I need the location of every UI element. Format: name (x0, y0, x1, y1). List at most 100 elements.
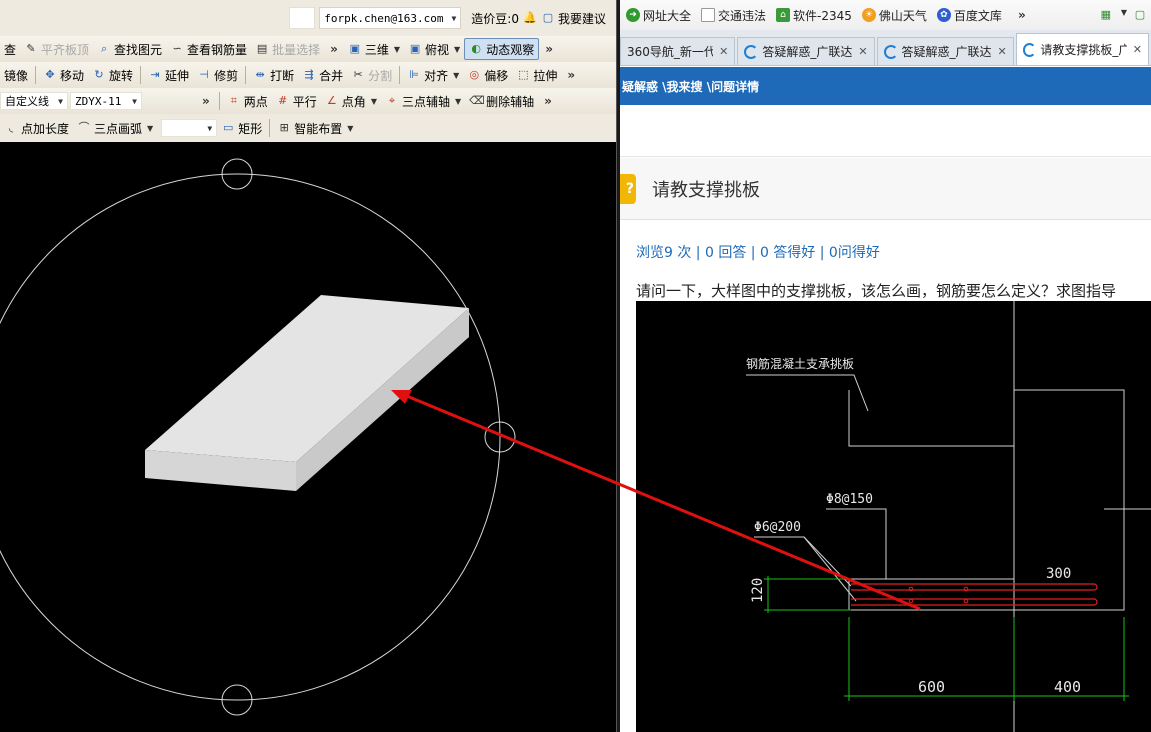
cad-3d-viewport[interactable] (0, 142, 616, 732)
close-icon[interactable]: ✕ (858, 45, 867, 58)
chevron-down-icon: ▼ (454, 96, 462, 106)
three-point-aux-label: 三点辅轴 (401, 94, 450, 109)
bookmark-item[interactable]: 交通违法 (701, 7, 766, 24)
mirror-button[interactable]: 镜像 (0, 64, 32, 86)
apps-grid-icon[interactable]: ▦ (1099, 8, 1113, 22)
flat-top-button[interactable]: ✎ 平齐板顶 (20, 38, 93, 60)
main-toolbar-row-1: 查 ✎ 平齐板顶 ⌕ 查找图元 ∽ 查看钢筋量 ▤ 批量选择 » ▣ 三维 ▼ ▣ 俯视 ▼ ◐… (0, 36, 616, 62)
bookmarks-overflow-icon[interactable]: » (1018, 8, 1026, 22)
close-icon[interactable]: ✕ (998, 45, 1007, 58)
dim-b: 400 (1054, 678, 1081, 696)
arc-option-select[interactable]: ▼ (161, 119, 218, 137)
account-bar: forpk.chen@163.com ▼ 造价豆:0 🔔 ▢ 我要建议 (0, 0, 616, 36)
point-length-button[interactable]: ◟ 点加长度 (0, 117, 73, 139)
line-type-select[interactable]: 自定义线 ▼ (0, 92, 68, 110)
question-stats[interactable]: 浏览9 次 | 0 回答 | 0 答得好 | 0问得好 (636, 242, 880, 262)
rectangle-icon: ▭ (222, 121, 234, 134)
merge-button[interactable]: ⇶ 合并 (298, 64, 347, 86)
chevron-down-icon: ▼ (393, 44, 401, 54)
tab-label: 答疑解惑_广联达 (762, 45, 853, 59)
trim-button[interactable]: ⊣ 修剪 (193, 64, 242, 86)
bookmark-label: 百度文库 (953, 8, 1002, 23)
tab-answers-1[interactable]: 答疑解惑_广联达 ✕ (737, 37, 875, 65)
chevron-down-icon[interactable]: ▼ (1121, 8, 1127, 22)
delete-aux-button[interactable]: ⌫ 删除辅轴 (465, 90, 538, 112)
bookmark-item[interactable]: ✿ 百度文库 (936, 7, 1002, 24)
break-button[interactable]: ⇹ 打断 (249, 64, 298, 86)
point-angle-dropdown[interactable]: ∠ 点角 ▼ (321, 90, 381, 112)
account-email: forpk.chen@163.com (324, 11, 444, 25)
check-button[interactable]: 查 (0, 38, 20, 60)
view-rebar-label: 查看钢筋量 (187, 42, 248, 57)
dynamic-view-button[interactable]: ◐ 动态观察 (464, 38, 540, 60)
delete-aux-label: 删除辅轴 (486, 94, 535, 109)
smart-layout-label: 智能布置 (294, 121, 343, 136)
bell-icon[interactable]: 🔔 (523, 11, 537, 25)
toolbar-overflow-icon[interactable]: » (330, 42, 338, 56)
bookmark-item[interactable]: ☀ 佛山天气 (861, 7, 927, 24)
view-rebar-button[interactable]: ∽ 查看钢筋量 (166, 38, 251, 60)
find-element-button[interactable]: ⌕ 查找图元 (93, 38, 166, 60)
breadcrumb[interactable]: 疑解惑 \我来搜 \问题详情 (620, 67, 1151, 105)
smart-layout-dropdown[interactable]: ⊞ 智能布置 ▼ (273, 117, 357, 139)
offset-button[interactable]: ◎ 偏移 (463, 64, 512, 86)
chevron-down-icon: ▼ (58, 96, 63, 106)
chevron-down-icon: ▼ (370, 96, 377, 106)
orbit-icon: ◐ (471, 42, 481, 55)
trim-label: 修剪 (214, 68, 239, 83)
tab-360-nav[interactable]: 360导航_新一代 ✕ (620, 37, 736, 65)
two-points-button[interactable]: ⌗ 两点 (223, 90, 272, 112)
move-icon: ✥ (45, 68, 55, 81)
cad-application: forpk.chen@163.com ▼ 造价豆:0 🔔 ▢ 我要建议 查 ✎ 平齐板… (0, 0, 616, 732)
toolbar-overflow-icon[interactable]: » (567, 68, 575, 82)
axis-code-select[interactable]: ZDYX-11 ▼ (70, 92, 142, 110)
bookmarks-bar: ➜ 网址大全 交通违法 ⌂ 软件-2345 ☀ 佛山天气 ✿ 百度文库 » ▦ ▼ ▢ (620, 0, 1151, 30)
align-dropdown[interactable]: ⊫ 对齐 ▼ (403, 64, 463, 86)
bookmark-label: 佛山天气 (878, 8, 927, 23)
three-point-arc-dropdown[interactable]: ⌒ 三点画弧 ▼ (73, 117, 157, 139)
stretch-button[interactable]: ⬚ 拉伸 (512, 64, 561, 86)
close-icon[interactable]: ✕ (719, 45, 728, 58)
toolbar-overflow-icon[interactable]: » (202, 94, 210, 108)
draw-toolbar: ◟ 点加长度 ⌒ 三点画弧 ▼ ▼ ▭ 矩形 ⊞ 智能布置 ▼ (0, 114, 616, 142)
flat-top-label: 平齐板顶 (41, 42, 90, 57)
three-point-aux-dropdown[interactable]: ⌖ 三点辅轴 ▼ (381, 90, 465, 112)
leader-line (826, 508, 887, 579)
account-email-combo[interactable]: forpk.chen@163.com ▼ (319, 7, 462, 29)
axis-toolbar: 自定义线 ▼ ZDYX-11 ▼ » ⌗ 两点 # 平行 ∠ 点角 ▼ ⌖ 三点辅轴 ▼ ⌫ 删除… (0, 88, 616, 114)
top-view-dropdown[interactable]: ▣ 俯视 ▼ (404, 38, 464, 60)
rebar-label-1: Φ8@150 (826, 492, 873, 507)
dim-thickness: 120 (750, 578, 766, 603)
question-title-row: ? 请教支撑挑板 (620, 158, 1151, 220)
point-angle-label: 点角 (341, 94, 366, 109)
move-label: 移动 (60, 68, 85, 83)
offset-label: 偏移 (484, 68, 509, 83)
suggest-button[interactable]: ▢ 我要建议 (537, 7, 610, 29)
chevron-down-icon: ▼ (454, 44, 461, 54)
window-icon[interactable]: ▢ (1133, 8, 1147, 22)
tab-question-active[interactable]: 请教支撑挑板_广 ✕ (1015, 33, 1149, 65)
batch-select-button[interactable]: ▤ 批量选择 (251, 38, 324, 60)
chevron-down-icon: ▼ (207, 123, 213, 133)
close-icon[interactable]: ✕ (1133, 43, 1142, 56)
toolbar-overflow-icon[interactable]: » (545, 42, 553, 56)
move-button[interactable]: ✥ 移动 (39, 64, 88, 86)
view-3d-dropdown[interactable]: ▣ 三维 ▼ (344, 38, 404, 60)
extend-button[interactable]: ⇥ 延伸 (144, 64, 193, 86)
line-type-value: 自定义线 (5, 95, 49, 108)
rotate-button[interactable]: ↻ 旋转 (88, 64, 137, 86)
bookmark-item[interactable]: ➜ 网址大全 (626, 7, 691, 24)
chat-bubble-icon: ▢ (542, 11, 554, 24)
page-icon (701, 8, 716, 22)
toolbar-overflow-icon[interactable]: » (544, 94, 552, 108)
parallel-button[interactable]: # 平行 (272, 90, 321, 112)
extension-area: ▦ ▼ ▢ (1099, 8, 1151, 22)
split-button[interactable]: ✂ 分割 (347, 64, 396, 86)
rectangle-button[interactable]: ▭ 矩形 (217, 117, 266, 139)
drawing-label-main: 钢筋混凝土支承挑板 (746, 356, 854, 371)
tab-answers-2[interactable]: 答疑解惑_广联达 ✕ (876, 37, 1014, 65)
slab-3d-model[interactable] (145, 295, 469, 491)
wall-outline (848, 389, 1125, 611)
merge-icon: ⇶ (304, 68, 314, 81)
bookmark-item[interactable]: ⌂ 软件-2345 (776, 7, 852, 24)
